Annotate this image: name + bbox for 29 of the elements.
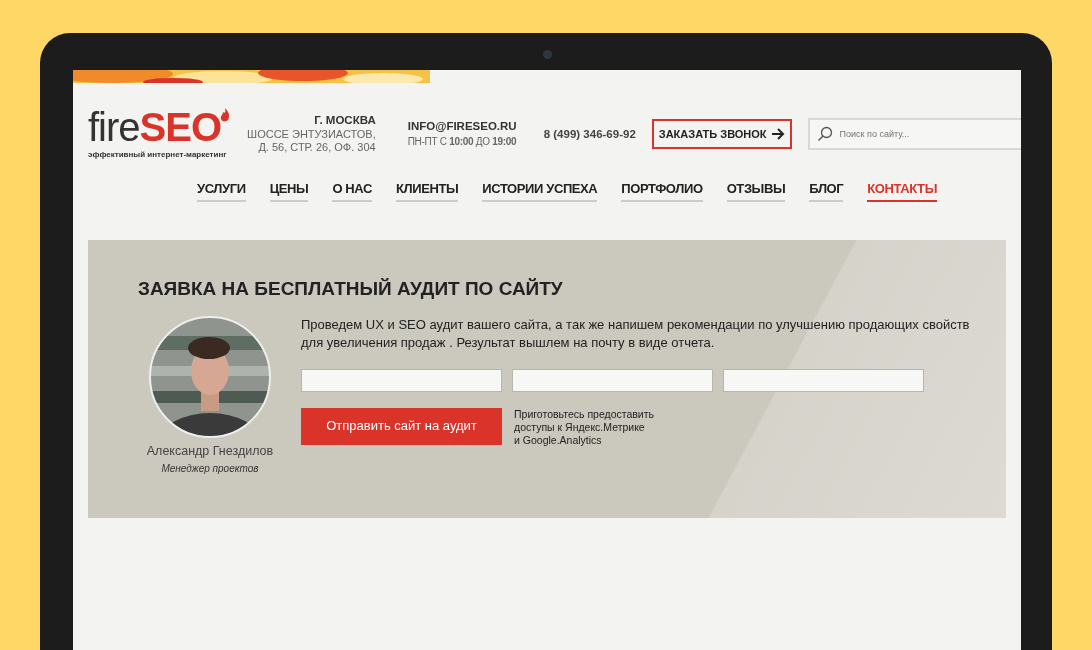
nav-link[interactable]: УСЛУГИ	[197, 179, 246, 202]
tagline: эффективный интернет-маркетинг	[88, 149, 228, 161]
nav-link[interactable]: ЦЕНЫ	[269, 179, 309, 202]
callback-button[interactable]: ЗАКАЗАТЬ ЗВОНОК	[651, 118, 792, 150]
nav-link[interactable]: ПОРТФОЛИО	[621, 179, 703, 202]
nav-link[interactable]: ОТЗЫВЫ	[726, 179, 786, 202]
phone-number[interactable]: 8 (499) 346-69-92	[543, 126, 636, 142]
city: Г. МОСКВА	[313, 113, 376, 129]
nav-link[interactable]: КЛИЕНТЫ	[395, 179, 459, 202]
submit-button[interactable]: Отправить сайт на аудит	[301, 407, 502, 445]
nav-link[interactable]: КОНТАКТЫ	[867, 179, 937, 202]
input-field[interactable]	[512, 368, 713, 392]
manager-name: Александр Гнездилов	[145, 443, 275, 461]
nav-link[interactable]: ИСТОРИИ УСПЕХА	[482, 179, 598, 202]
address-line: ШОССЕ ЭНТУЗИАСТОВ,	[247, 128, 376, 142]
section-title: ЗАЯВКА НА БЕСПЛАТНЫЙ АУДИТ ПО САЙТУ	[138, 277, 564, 301]
flame-icon	[219, 107, 232, 123]
search-field[interactable]: Поиск по сайту...	[807, 118, 1021, 150]
nav-link[interactable]: О НАС	[332, 179, 372, 202]
arrow-icon	[770, 128, 785, 140]
input-field[interactable]	[723, 368, 924, 392]
description: Проведем UX и SEO аудит вашего сайта, а так же напишем рекомендации по улучшению продающих свойств для увеличения продаж . Результат вышлем на почту в виде отчета.	[301, 316, 971, 353]
address-line: Д. 56, СТР. 26, ОФ. 304	[257, 141, 376, 155]
manager-role: Менеджер проектов	[160, 462, 260, 477]
note: Приготовьтесь предоставить доступы к Яндекс.Метрике и Google.Analytics	[514, 407, 654, 448]
input-field[interactable]	[301, 368, 502, 392]
camera-icon	[542, 50, 552, 59]
nav-link[interactable]: БЛОГ	[809, 179, 844, 202]
logo[interactable]: fireSEO	[88, 107, 222, 147]
